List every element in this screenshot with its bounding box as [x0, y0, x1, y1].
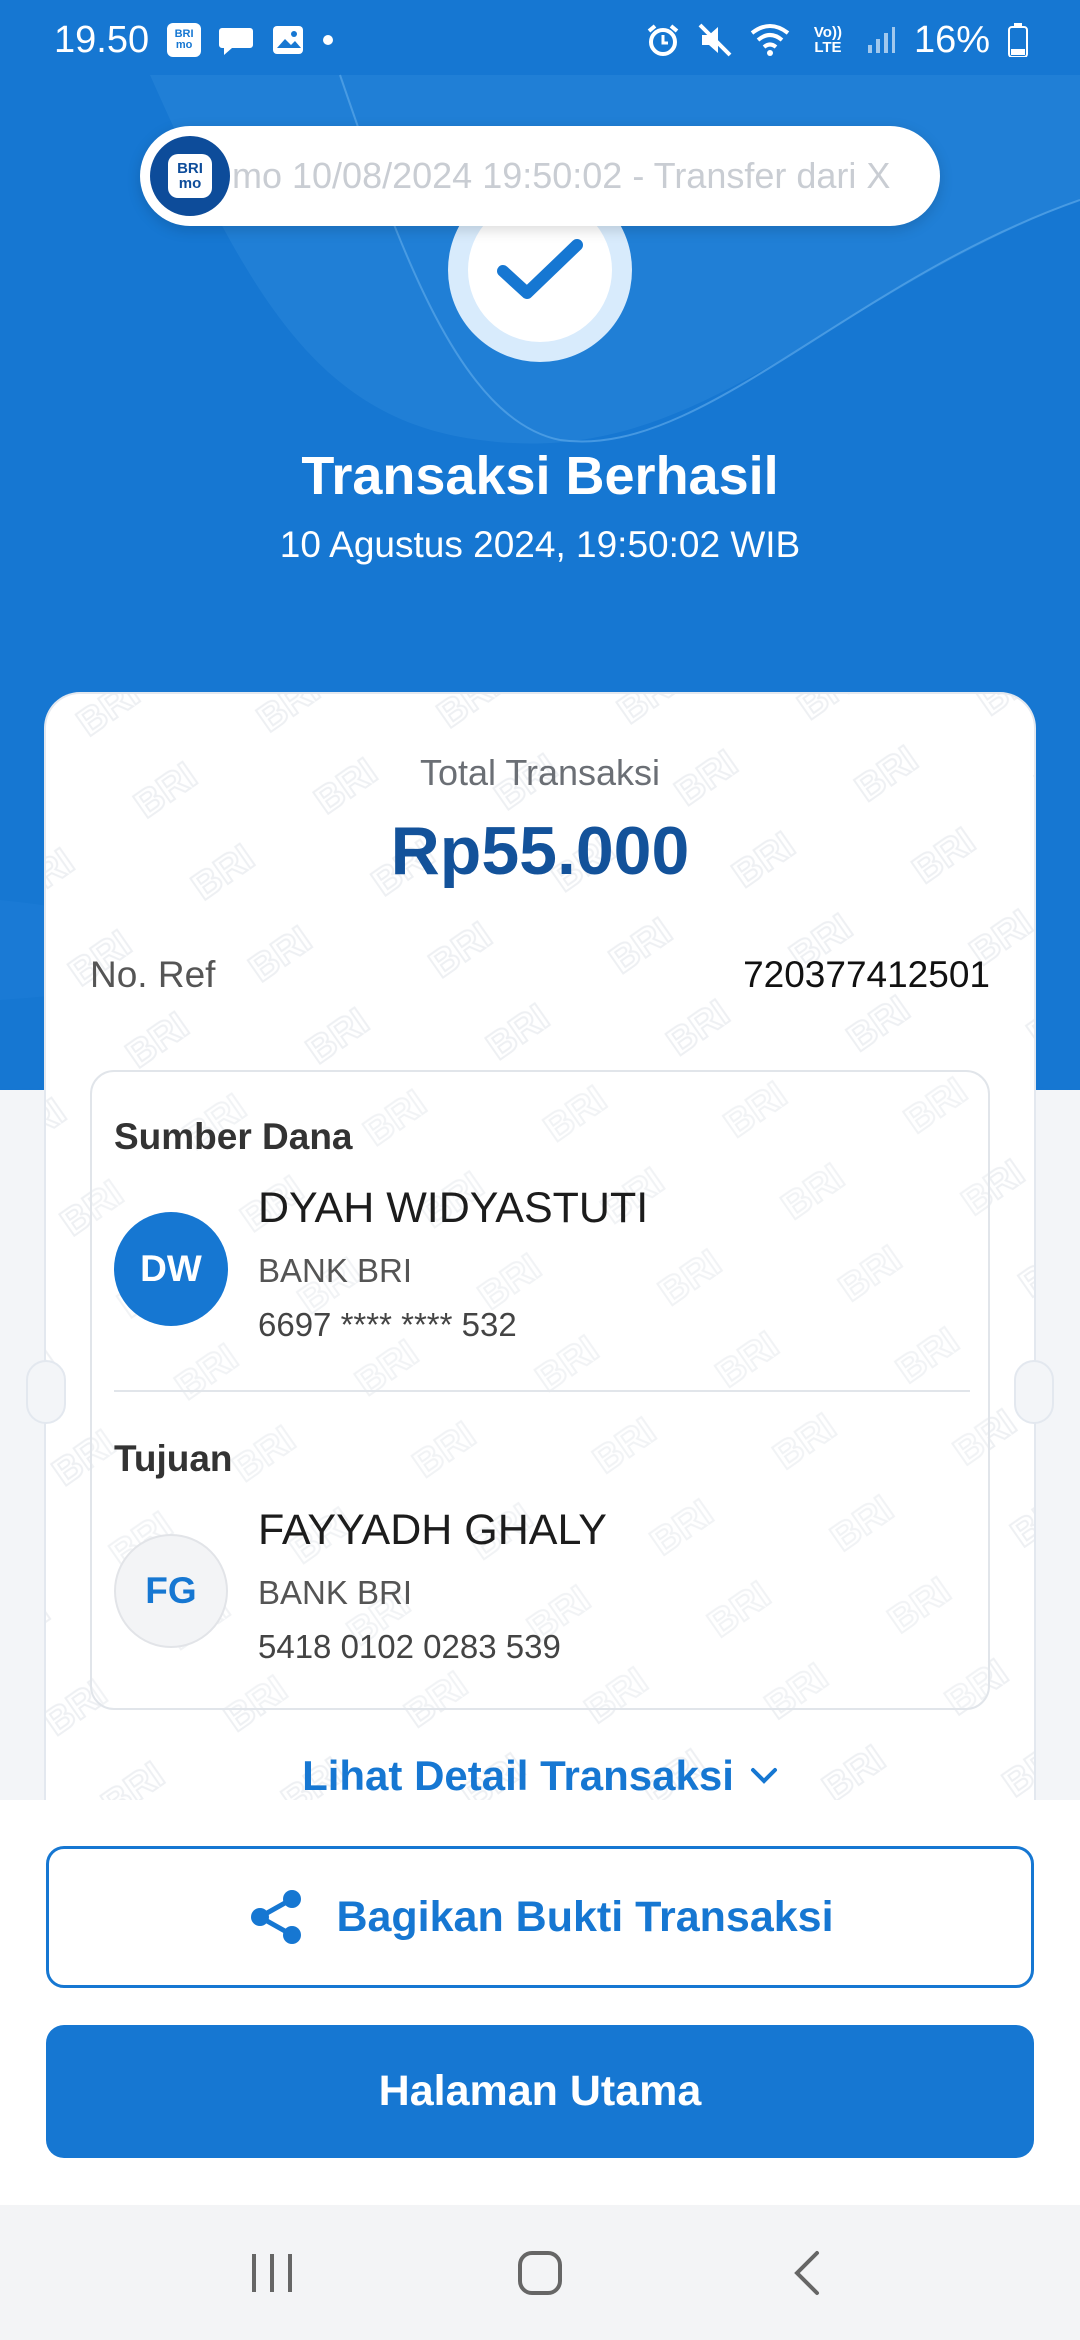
transaction-datetime: 10 Agustus 2024, 19:50:02 WIB [279, 524, 801, 565]
system-nav-bar [0, 2205, 1080, 2340]
status-bar: 19.50 BRI mo Vo)) LTE 16% [0, 0, 1080, 80]
chevron-down-icon [750, 1768, 777, 1784]
view-detail-link[interactable]: Lihat Detail Transaksi [0, 1752, 1080, 1800]
source-avatar: DW [114, 1212, 228, 1326]
reference-row: No. Ref 720377412501 [90, 954, 990, 996]
destination-avatar: FG [114, 1534, 228, 1648]
recent-apps-button[interactable] [233, 2233, 313, 2313]
status-time: 19.50 [54, 18, 150, 61]
recent-apps-icon [252, 2253, 293, 2292]
signal-icon [866, 25, 896, 55]
battery-percent: 16% [913, 18, 990, 61]
brimo-logo-icon: BRI mo [150, 136, 230, 216]
source-bank: BANK BRI [258, 1252, 413, 1289]
destination-section-title: Tujuan [114, 1438, 233, 1479]
destination-name: FAYYADH GHALY [258, 1506, 607, 1554]
ref-value: 720377412501 [743, 954, 990, 995]
back-nav-button[interactable] [767, 2233, 847, 2313]
brimo-app-icon: BRI mo [167, 23, 202, 57]
share-receipt-label: Bagikan Bukti Transaksi [336, 1892, 834, 1941]
home-icon [517, 2250, 562, 2295]
network-label: Vo)) LTE [813, 24, 842, 56]
parties-divider [114, 1390, 970, 1392]
check-icon [497, 239, 583, 299]
source-name: DYAH WIDYASTUTI [258, 1184, 649, 1232]
gallery-icon [271, 24, 305, 56]
alarm-icon [646, 23, 680, 57]
share-receipt-button[interactable]: Bagikan Bukti Transaksi [46, 1846, 1034, 1988]
home-page-label: Halaman Utama [378, 2067, 702, 2115]
view-detail-label: Lihat Detail Transaksi [302, 1752, 734, 1799]
lte-icon: Vo)) LTE [808, 25, 848, 55]
total-label: Total Transaksi [419, 752, 661, 793]
card-notch-left [26, 1360, 66, 1424]
mute-icon [698, 23, 732, 57]
page-title: Transaksi Berhasil [301, 446, 779, 506]
notification-dot-icon [323, 35, 334, 45]
share-icon [251, 1890, 302, 1944]
parties-box: Sumber Dana DW DYAH WIDYASTUTI BANK BRI … [90, 1070, 990, 1710]
ref-label: No. Ref [90, 954, 216, 995]
destination-bank: BANK BRI [258, 1574, 413, 1611]
back-icon [793, 2250, 819, 2295]
notification-toast[interactable]: BRI mo mo 10/08/2024 19:50:02 - Transfer … [140, 126, 940, 226]
source-section-title: Sumber Dana [114, 1116, 353, 1157]
card-notch-right [1014, 1360, 1054, 1424]
chat-icon [219, 24, 254, 56]
source-account: 6697 **** **** 532 [258, 1306, 517, 1343]
destination-account: 5418 0102 0283 539 [258, 1628, 561, 1665]
bottom-action-panel: Bagikan Bukti Transaksi Halaman Utama [0, 1800, 1080, 2205]
wifi-icon [750, 23, 790, 57]
total-amount: Rp55.000 [390, 813, 690, 889]
home-nav-button[interactable] [500, 2233, 580, 2313]
notification-text: mo 10/08/2024 19:50:02 - Transfer dari X [232, 155, 891, 196]
battery-icon [1008, 23, 1028, 57]
home-page-button[interactable]: Halaman Utama [46, 2025, 1034, 2158]
